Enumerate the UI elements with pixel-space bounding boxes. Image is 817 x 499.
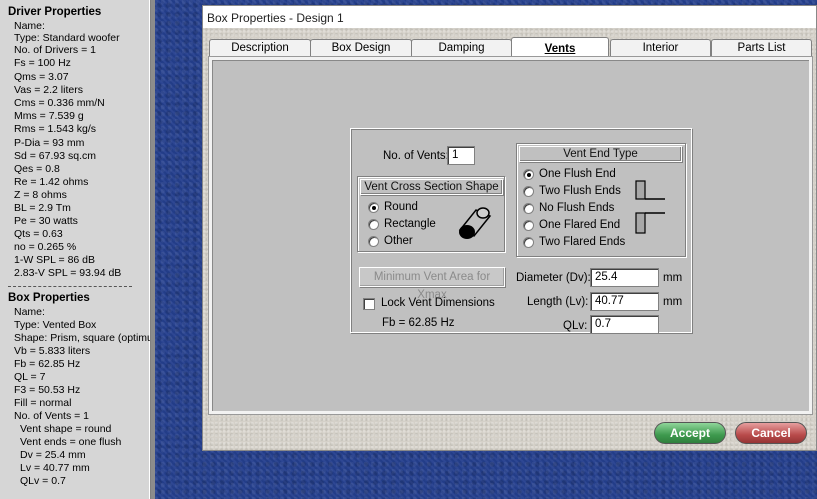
box-name: Name: [14,306,45,318]
tab-interior[interactable]: Interior [610,39,711,57]
end-type-title: Vent End Type [519,146,682,162]
box-vb: Vb = 5.833 liters [14,345,91,357]
driver-properties-title: Driver Properties [8,6,102,18]
box-properties-dialog: Box Properties - Design 1 Description Bo… [202,5,817,451]
length-label: Length (Lv): [527,296,589,308]
tab-description[interactable]: Description [209,39,311,57]
panel-splitter[interactable] [151,0,155,499]
num-vents-input[interactable]: 1 [447,146,475,165]
radio-rectangle-indicator[interactable] [368,219,379,230]
driver-no: no = 0.265 % [14,241,77,253]
lock-vent-label: Lock Vent Dimensions [381,297,495,309]
radio-other-label: Other [384,235,413,247]
driver-vas: Vas = 2.2 liters [14,84,83,96]
box-vent-ends: Vent ends = one flush [20,436,122,448]
box-shape: Shape: Prism, square (optimum) [14,332,152,344]
driver-qms: Qms = 3.07 [14,71,69,83]
driver-qts: Qts = 0.63 [14,228,63,240]
vent-end-diagram-icon [635,180,665,234]
box-fb: Fb = 62.85 Hz [14,358,81,370]
driver-pdia: P-Dia = 93 mm [14,137,85,149]
radio-round-indicator[interactable] [368,202,379,213]
radio-one-flush-label: One Flush End [539,168,616,180]
tab-strip: Description Box Design Damping Vents Int… [209,37,813,58]
driver-pe: Pe = 30 watts [14,215,78,227]
driver-type: Type: Standard woofer [14,32,120,44]
diameter-input[interactable]: 25.4 [590,268,659,287]
tab-box-design[interactable]: Box Design [310,39,412,57]
vents-tab-page: No. of Vents: 1 Vent Cross Section Shape… [209,57,812,414]
box-f3: F3 = 50.53 Hz [14,384,81,396]
box-qlv: QLv = 0.7 [20,475,66,487]
num-vents-label: No. of Vents: [383,150,449,162]
driver-count: No. of Drivers = 1 [14,44,96,56]
driver-mms: Mms = 7.539 g [14,110,84,122]
driver-re: Re = 1.42 ohms [14,176,89,188]
qlv-label: QLv: [563,320,588,332]
lock-vent-checkbox[interactable] [363,298,375,310]
radio-two-flush-label: Two Flush Ends [539,185,621,197]
vents-panel: No. of Vents: 1 Vent Cross Section Shape… [350,128,692,334]
box-dv: Dv = 25.4 mm [20,449,86,461]
cross-section-title: Vent Cross Section Shape [360,179,503,195]
diameter-label: Diameter (Dv): [516,272,591,284]
panel-divider [8,286,132,287]
tab-parts-list[interactable]: Parts List [711,39,812,57]
diameter-unit: mm [663,272,683,284]
driver-cms: Cms = 0.336 mm/N [14,97,105,109]
radio-rectangle-label: Rectangle [384,218,436,230]
radio-no-flush-indicator[interactable] [523,203,534,214]
box-lv: Lv = 40.77 mm [20,462,90,474]
radio-one-flared-label: One Flared End [539,219,621,231]
radio-other-indicator[interactable] [368,236,379,247]
driver-fs: Fs = 100 Hz [14,57,71,69]
fb-readout: Fb = 62.85 Hz [382,317,455,329]
radio-no-flush-label: No Flush Ends [539,202,615,214]
radio-two-flared-label: Two Flared Ends [539,236,626,248]
radio-round-label: Round [384,201,418,213]
min-vent-area-button[interactable]: Minimum Vent Area for Xmax [359,267,505,301]
cancel-button[interactable]: Cancel [735,422,807,444]
driver-1w-spl: 1-W SPL = 86 dB [14,254,96,266]
driver-qes: Qes = 0.8 [14,163,60,175]
box-vent-shape: Vent shape = round [20,423,112,435]
qlv-input[interactable]: 0.7 [590,315,659,334]
driver-rms: Rms = 1.543 kg/s [14,123,96,135]
driver-sd: Sd = 67.93 sq.cm [14,150,97,162]
box-type: Type: Vented Box [14,319,97,331]
round-vent-icon [458,207,492,239]
driver-name: Name: [14,20,45,32]
driver-z: Z = 8 ohms [14,189,67,201]
radio-one-flared-indicator[interactable] [523,220,534,231]
box-fill: Fill = normal [14,397,72,409]
length-unit: mm [663,296,683,308]
dialog-title-bar[interactable]: Box Properties - Design 1 [203,6,816,28]
tab-damping[interactable]: Damping [411,39,512,57]
box-vent-count: No. of Vents = 1 [14,410,90,422]
box-ql: QL = 7 [14,371,46,383]
accept-button[interactable]: Accept [654,422,726,444]
radio-two-flared-indicator[interactable] [523,237,534,248]
driver-283v-spl: 2.83-V SPL = 93.94 dB [14,267,122,279]
radio-two-flush-indicator[interactable] [523,186,534,197]
dialog-title: Box Properties - Design 1 [207,11,344,25]
driver-bl: BL = 2.9 Tm [14,202,71,214]
length-input[interactable]: 40.77 [590,292,659,311]
radio-one-flush-indicator[interactable] [523,169,534,180]
tab-vents[interactable]: Vents [511,37,609,58]
box-properties-title: Box Properties [8,292,90,304]
properties-panel: Driver Properties Name: Type: Standard w… [0,0,152,499]
